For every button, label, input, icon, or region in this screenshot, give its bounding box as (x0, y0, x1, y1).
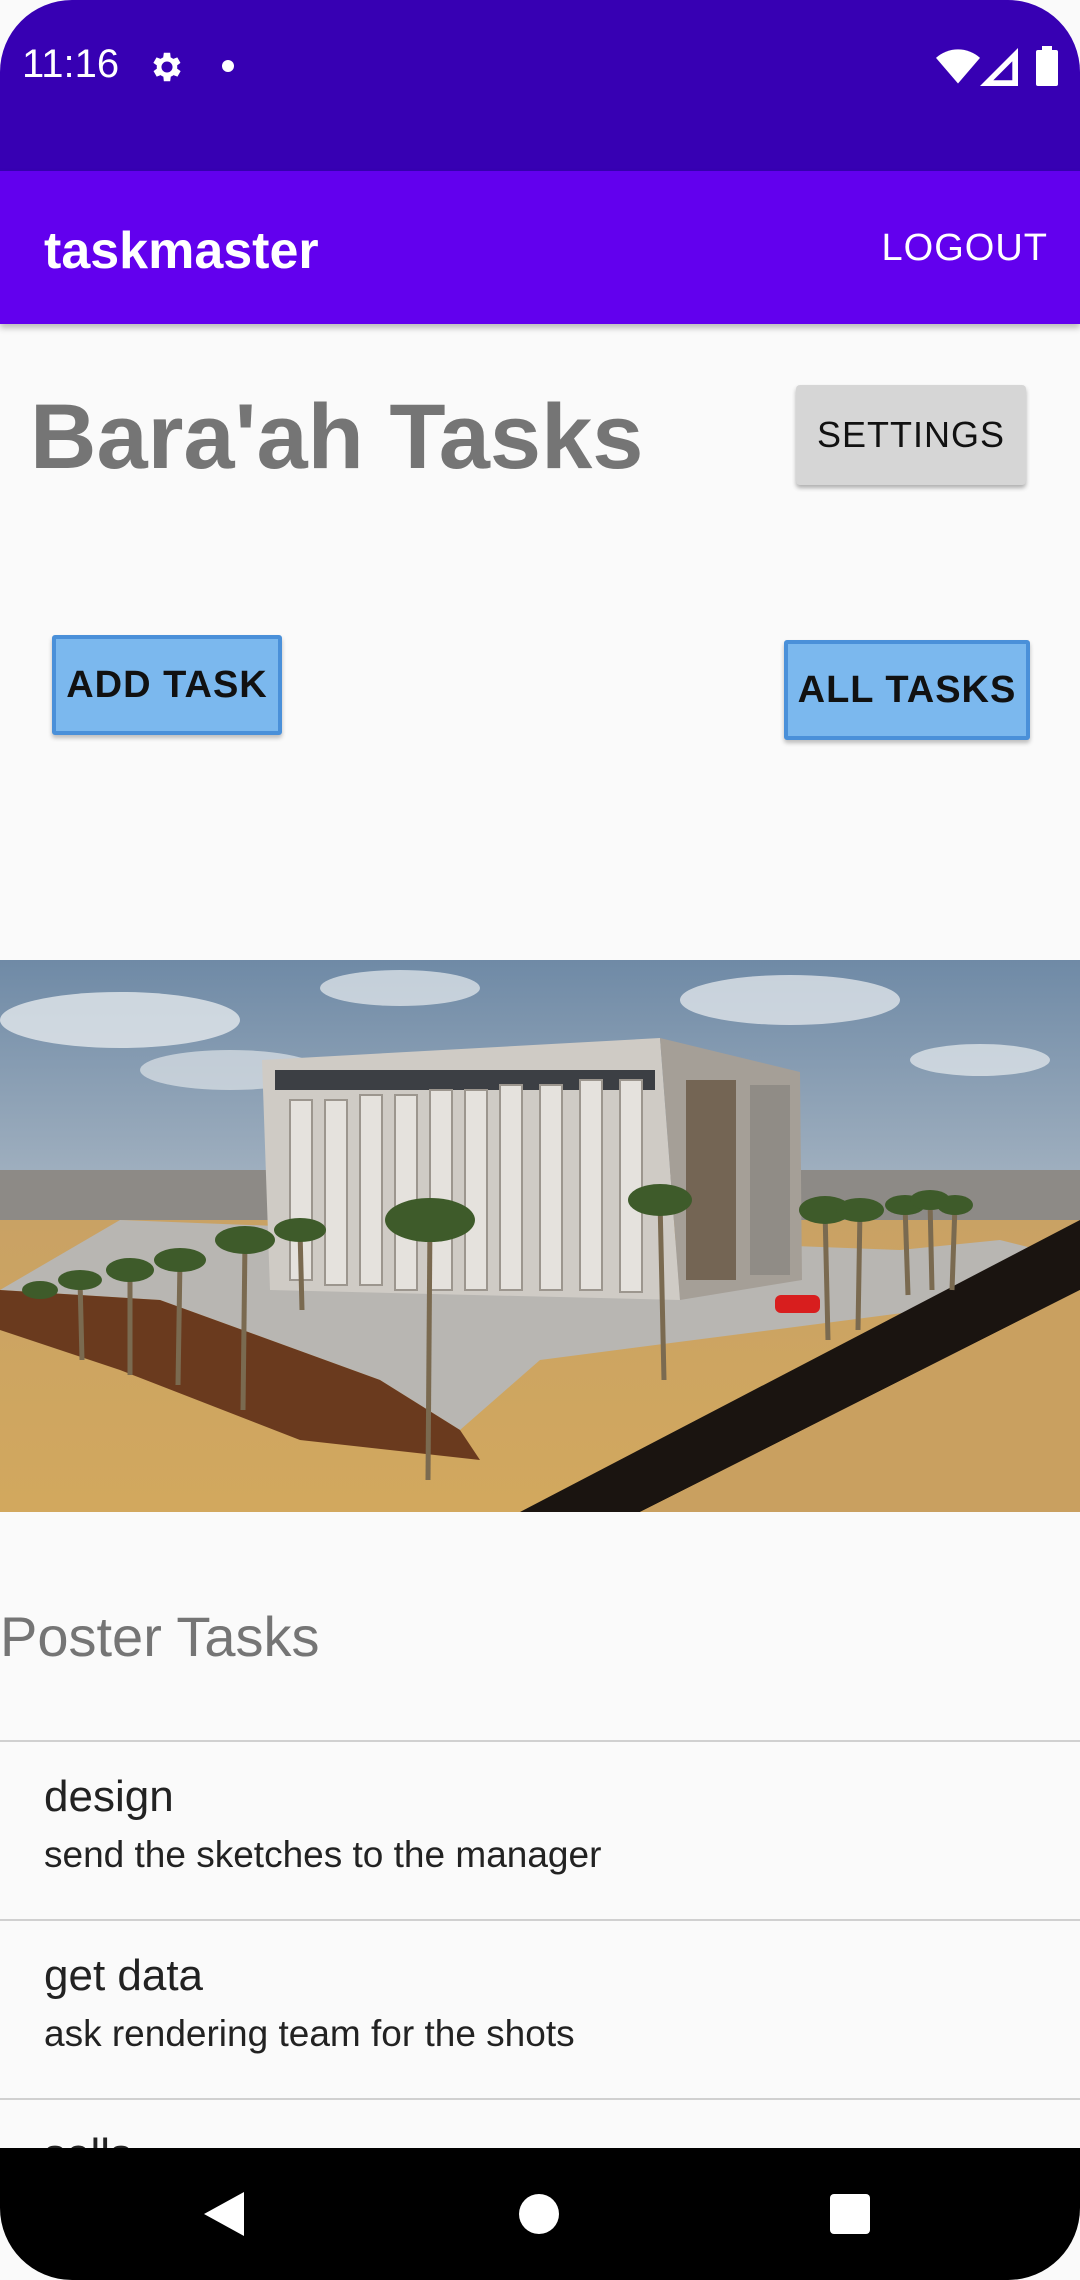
list-item[interactable]: design send the sketches to the manager (0, 1742, 1080, 1919)
status-time: 11:16 (22, 42, 120, 86)
wifi-icon (936, 49, 980, 84)
task-description: ask rendering team for the shots (44, 2013, 575, 2054)
page-heading: Bara'ah Tasks (30, 386, 644, 488)
add-task-button[interactable]: ADD TASK (52, 635, 282, 735)
status-bar: 11:16 (0, 0, 1080, 171)
settings-button[interactable]: SETTINGS (796, 385, 1026, 485)
hero-image (0, 960, 1080, 1512)
section-title: Poster Tasks (0, 1605, 320, 1668)
logout-button[interactable]: LOGOUT (882, 227, 1048, 270)
recents-icon[interactable] (830, 2194, 870, 2234)
cell-signal-icon (980, 48, 1018, 86)
app-bar: taskmaster LOGOUT (0, 171, 1080, 324)
task-title: get data (44, 1951, 204, 2000)
notification-dot-icon (222, 60, 234, 72)
task-description: send the sketches to the manager (44, 1834, 602, 1875)
back-icon[interactable] (204, 2192, 244, 2236)
task-title: design (44, 1772, 174, 1821)
battery-icon (1036, 46, 1058, 86)
home-icon[interactable] (519, 2194, 559, 2234)
app-title: taskmaster (44, 222, 319, 280)
list-item[interactable]: get data ask rendering team for the shot… (0, 1921, 1080, 2098)
settings-gear-icon (153, 52, 181, 82)
all-tasks-button[interactable]: ALL TASKS (784, 640, 1030, 740)
navigation-bar (0, 2148, 1080, 2280)
